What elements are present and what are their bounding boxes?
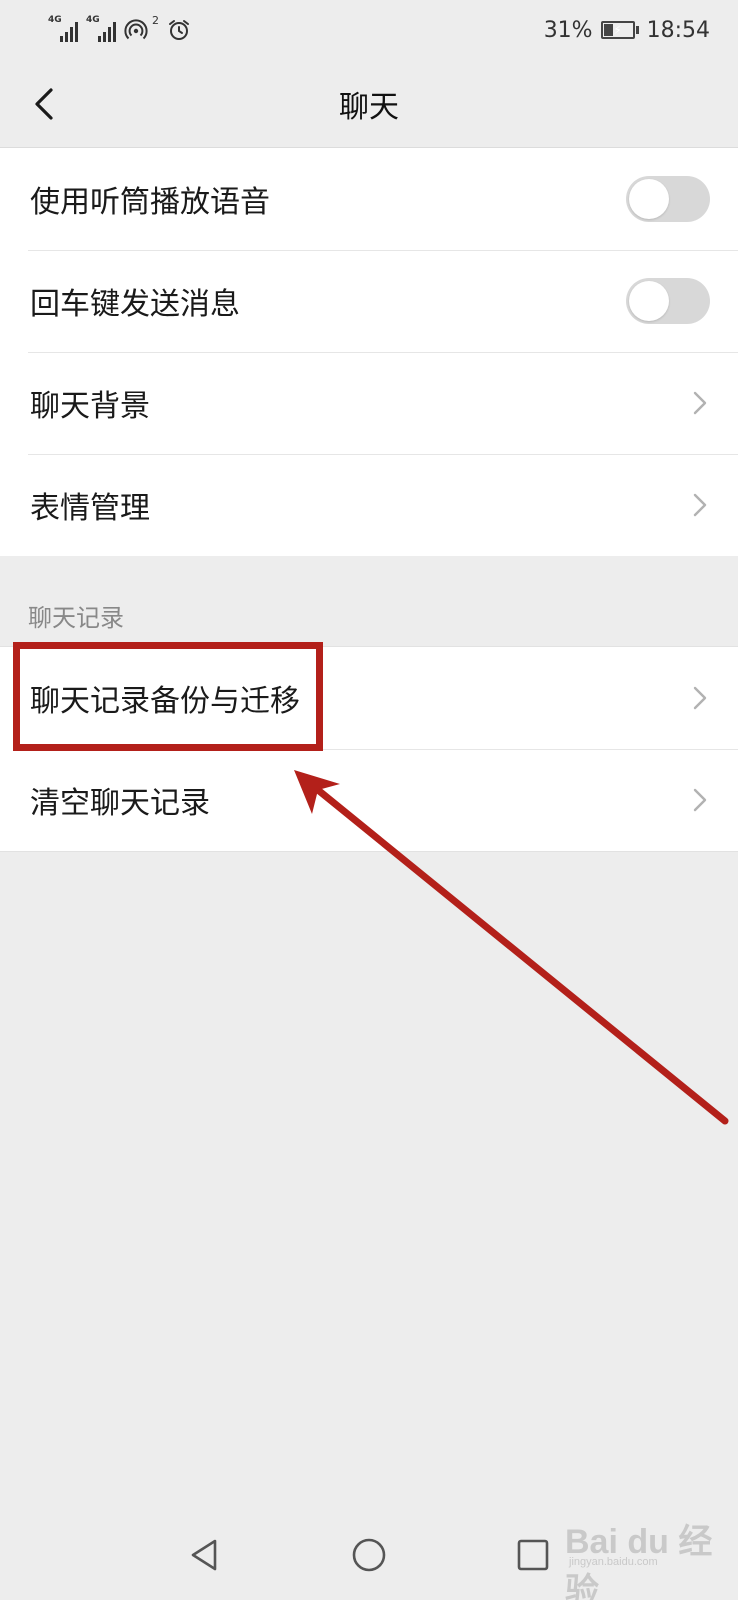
watermark-sub: jingyan.baidu.com xyxy=(569,1556,658,1568)
hotspot-icon xyxy=(124,19,148,40)
section-header-chat-history: 聊天记录 xyxy=(28,604,124,632)
battery-percent: 31% xyxy=(543,17,593,43)
status-right: 31% ⚡ 18:54 xyxy=(544,18,710,43)
recents-square-icon xyxy=(517,1539,549,1571)
setting-row-earpiece-playback[interactable]: 使用听筒播放语音 xyxy=(0,148,738,250)
nav-recents-button[interactable] xyxy=(511,1533,555,1577)
status-bar: 4G 4G 2 31% ⚡ 18:54 xyxy=(0,0,738,60)
setting-label: 回车键发送消息 xyxy=(30,287,240,322)
chevron-left-icon xyxy=(35,88,53,120)
cell-signal-1-icon: 4G xyxy=(48,15,78,42)
enter-send-toggle[interactable] xyxy=(626,278,710,324)
setting-label: 清空聊天记录 xyxy=(30,786,210,821)
network-type-label: 4G xyxy=(86,15,100,25)
setting-row-clear-history[interactable]: 清空聊天记录 xyxy=(0,749,738,851)
setting-row-sticker-management[interactable]: 表情管理 xyxy=(0,454,738,556)
hotspot-count: 2 xyxy=(152,14,159,27)
settings-group-general: 使用听筒播放语音 回车键发送消息 聊天背景 表情管理 xyxy=(0,148,738,556)
cell-signal-2-icon: 4G xyxy=(86,15,116,42)
setting-label: 聊天背景 xyxy=(30,389,150,424)
chevron-right-icon xyxy=(693,391,707,415)
alarm-icon xyxy=(169,20,189,40)
back-button[interactable] xyxy=(20,80,68,128)
network-type-label: 4G xyxy=(48,15,62,25)
toggle-knob xyxy=(629,281,669,321)
earpiece-toggle[interactable] xyxy=(626,176,710,222)
status-left: 4G 4G 2 xyxy=(48,14,191,42)
nav-back-button[interactable] xyxy=(183,1533,227,1577)
chevron-right-icon xyxy=(693,686,707,710)
chevron-right-icon xyxy=(693,788,707,812)
baidu-jingyan-watermark: Bai du 经验 jingyan.baidu.com xyxy=(565,1500,725,1600)
chevron-right-icon xyxy=(693,493,707,517)
setting-row-enter-to-send[interactable]: 回车键发送消息 xyxy=(0,250,738,352)
nav-home-button[interactable] xyxy=(347,1533,391,1577)
setting-label: 使用听筒播放语音 xyxy=(30,185,270,220)
setting-row-chat-background[interactable]: 聊天背景 xyxy=(0,352,738,454)
annotation-highlight-box xyxy=(13,642,323,751)
home-circle-icon xyxy=(352,1538,386,1572)
title-bar: 聊天 xyxy=(0,60,738,148)
back-triangle-icon xyxy=(191,1539,217,1571)
page-title: 聊天 xyxy=(339,89,399,125)
toggle-knob xyxy=(629,179,669,219)
battery-charging-icon: ⚡ xyxy=(600,21,639,39)
clock: 18:54 xyxy=(646,17,710,43)
setting-label: 表情管理 xyxy=(30,491,150,526)
